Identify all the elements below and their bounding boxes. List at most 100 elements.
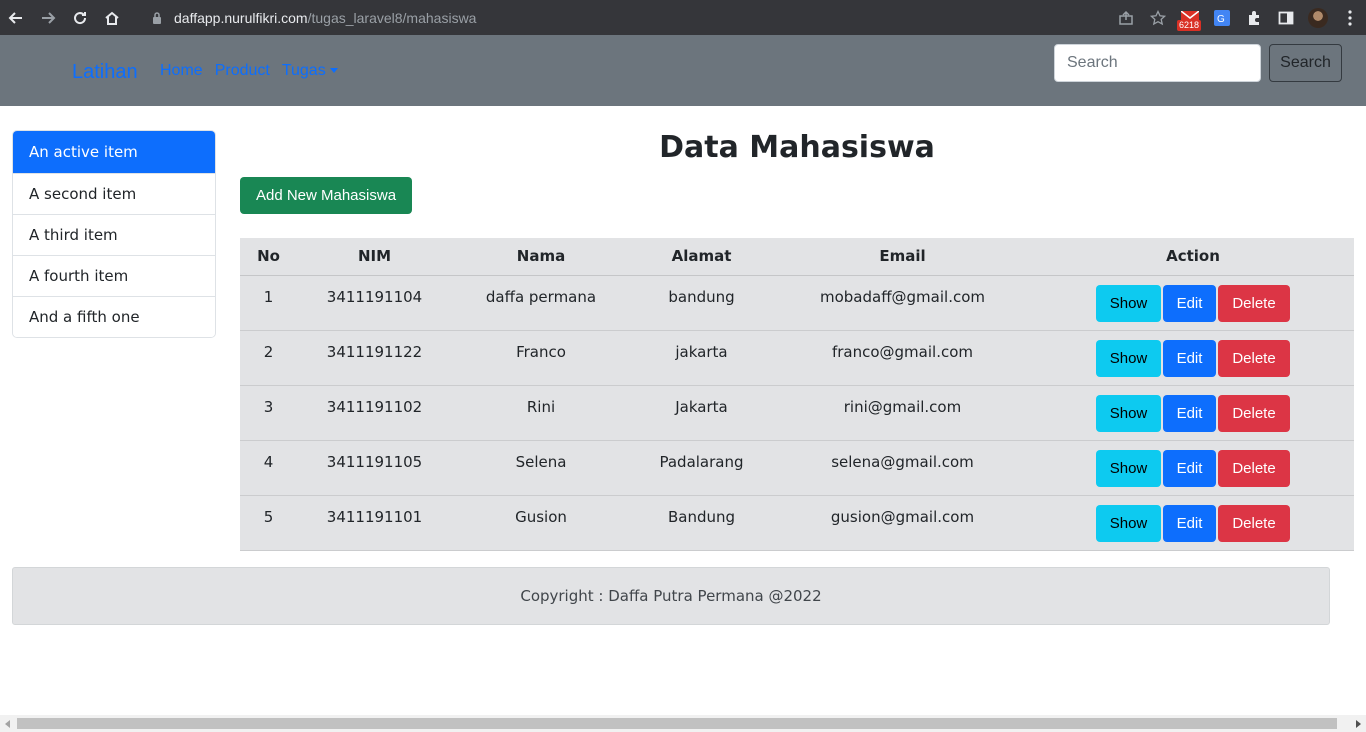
avatar (1308, 7, 1328, 28)
edit-button[interactable]: Edit (1163, 449, 1216, 487)
address-bar[interactable]: daffapp.nurulfikri.com/tugas_laravel8/ma… (142, 4, 1158, 31)
profile-button[interactable] (1302, 0, 1334, 35)
cell-nim: 3411191122 (297, 330, 452, 386)
sidebar-item-second[interactable]: A second item (13, 173, 215, 214)
edit-button[interactable]: Edit (1163, 504, 1216, 542)
table-header-row: No NIM Nama Alamat Email Action (240, 238, 1354, 276)
show-button[interactable]: Show (1096, 394, 1161, 432)
edit-button[interactable]: Edit (1163, 339, 1216, 377)
column-header-nim: NIM (297, 238, 452, 276)
url-host: daffapp.nurulfikri.com (174, 9, 308, 26)
browser-toolbar: daffapp.nurulfikri.com/tugas_laravel8/ma… (0, 0, 1366, 35)
star-icon (1150, 9, 1166, 25)
sidebar-item-fourth[interactable]: A fourth item (13, 255, 215, 296)
show-button[interactable]: Show (1096, 284, 1161, 322)
cell-actions: Show Edit Delete (1032, 495, 1354, 551)
delete-button[interactable]: Delete (1218, 449, 1290, 487)
delete-button[interactable]: Delete (1218, 284, 1290, 322)
scroll-left-arrow-icon[interactable] (5, 720, 10, 728)
table-row: 1 3411191104 daffa permana bandung mobad… (240, 275, 1354, 331)
cell-actions: Show Edit Delete (1032, 330, 1354, 386)
cell-no: 1 (240, 275, 297, 331)
forward-arrow-icon (42, 11, 56, 24)
mahasiswa-table: No NIM Nama Alamat Email Action 1 341119… (240, 238, 1354, 551)
show-button[interactable]: Show (1096, 449, 1161, 487)
cell-email: franco@gmail.com (773, 330, 1032, 386)
table-row: 5 3411191101 Gusion Bandung gusion@gmail… (240, 495, 1354, 551)
horizontal-scrollbar[interactable] (0, 715, 1366, 732)
extensions-button[interactable] (1238, 0, 1270, 35)
puzzle-icon (1249, 10, 1259, 25)
home-icon (105, 11, 119, 25)
sidebar-list: An active item A second item A third ite… (12, 130, 216, 338)
nav-dropdown-tugas[interactable]: Tugas (282, 62, 338, 80)
column-header-email: Email (773, 238, 1032, 276)
cell-email: mobadaff@gmail.com (773, 275, 1032, 331)
scroll-right-arrow-icon[interactable] (1356, 720, 1361, 728)
cell-nim: 3411191105 (297, 440, 452, 496)
search-input[interactable] (1054, 44, 1261, 82)
delete-button[interactable]: Delete (1218, 394, 1290, 432)
menu-button[interactable] (1334, 0, 1366, 35)
reload-button[interactable] (64, 0, 96, 35)
show-button[interactable]: Show (1096, 339, 1161, 377)
scrollbar-thumb[interactable] (17, 718, 1337, 729)
sidebar-item-active[interactable]: An active item (13, 131, 215, 173)
column-header-action: Action (1032, 238, 1354, 276)
url-path: /tugas_laravel8/mahasiswa (307, 9, 477, 26)
kebab-menu-icon (1348, 9, 1352, 26)
cell-nama: Rini (452, 385, 630, 441)
cell-alamat: Bandung (630, 495, 773, 551)
edit-button[interactable]: Edit (1163, 284, 1216, 322)
url-text: daffapp.nurulfikri.com/tugas_laravel8/ma… (174, 10, 476, 26)
delete-button[interactable]: Delete (1218, 504, 1290, 542)
bookmark-button[interactable] (1142, 0, 1174, 35)
show-button[interactable]: Show (1096, 504, 1161, 542)
nav-links: Home Product Tugas (160, 62, 350, 80)
cell-alamat: Jakarta (630, 385, 773, 441)
footer-copyright: Copyright : Daffa Putra Permana @2022 (520, 587, 822, 605)
lock-icon (150, 11, 164, 25)
search-button[interactable]: Search (1269, 44, 1342, 82)
nav-link-product[interactable]: Product (215, 62, 270, 80)
navbar-brand[interactable]: Latihan (72, 61, 138, 84)
mail-badge: 6218 (1177, 20, 1202, 31)
edit-button[interactable]: Edit (1163, 394, 1216, 432)
table-row: 2 3411191122 Franco jakarta franco@gmail… (240, 330, 1354, 386)
cell-alamat: jakarta (630, 330, 773, 386)
cell-nama: Gusion (452, 495, 630, 551)
cell-nim: 3411191101 (297, 495, 452, 551)
translate-icon: G (1214, 9, 1230, 26)
cell-nim: 3411191102 (297, 385, 452, 441)
translate-extension[interactable]: G (1206, 0, 1238, 35)
cell-actions: Show Edit Delete (1032, 275, 1354, 331)
page-footer: Copyright : Daffa Putra Permana @2022 (12, 567, 1330, 625)
cell-actions: Show Edit Delete (1032, 385, 1354, 441)
back-arrow-icon (8, 11, 22, 24)
nav-link-home[interactable]: Home (160, 62, 203, 80)
back-button[interactable] (0, 0, 32, 35)
delete-button[interactable]: Delete (1218, 339, 1290, 377)
cell-nama: Selena (452, 440, 630, 496)
site-navbar: Latihan Home Product Tugas Search (0, 35, 1366, 106)
browser-actions: 6218 G (1110, 0, 1366, 35)
cell-email: selena@gmail.com (773, 440, 1032, 496)
column-header-no: No (240, 238, 297, 276)
share-button[interactable] (1110, 0, 1142, 35)
cell-no: 5 (240, 495, 297, 551)
page-title: Data Mahasiswa (659, 130, 935, 165)
sidebar-item-third[interactable]: A third item (13, 214, 215, 255)
table-row: 4 3411191105 Selena Padalarang selena@gm… (240, 440, 1354, 496)
forward-button[interactable] (32, 0, 64, 35)
column-header-nama: Nama (452, 238, 630, 276)
cell-no: 2 (240, 330, 297, 386)
cell-actions: Show Edit Delete (1032, 440, 1354, 496)
cell-email: rini@gmail.com (773, 385, 1032, 441)
add-mahasiswa-button[interactable]: Add New Mahasiswa (240, 177, 412, 214)
sidebar-item-fifth[interactable]: And a fifth one (13, 296, 215, 337)
side-panel-icon (1278, 11, 1294, 24)
cell-no: 4 (240, 440, 297, 496)
gmail-extension[interactable]: 6218 (1174, 0, 1206, 35)
home-button[interactable] (96, 0, 128, 35)
side-panel-button[interactable] (1270, 0, 1302, 35)
